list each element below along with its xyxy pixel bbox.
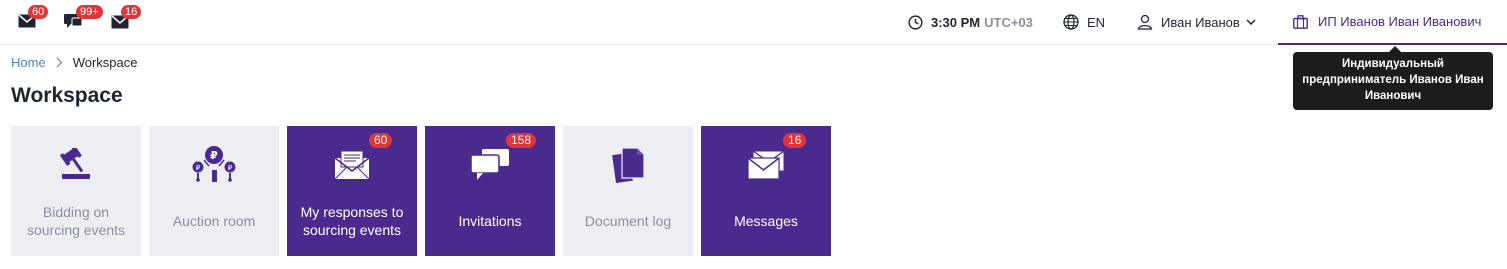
organization-name: ИП Иванов Иван Иванович [1318, 14, 1482, 29]
breadcrumb: Home Workspace [11, 55, 137, 70]
tile-invitations[interactable]: 158 Invitations [425, 126, 555, 256]
globe-icon [1063, 14, 1079, 30]
notification-messages[interactable]: 60 [18, 5, 49, 34]
chevron-right-icon [56, 57, 63, 68]
language-selector[interactable]: EN [1063, 12, 1105, 32]
tile-auction-room[interactable]: ₽ ₽ ₽ Auction room [149, 126, 279, 256]
tile-label: Messages [734, 213, 798, 229]
breadcrumb-current: Workspace [72, 55, 138, 70]
page-title: Workspace [11, 84, 123, 107]
svg-text:₽: ₽ [196, 164, 201, 172]
briefcase-icon [1293, 14, 1308, 29]
clock-icon [908, 14, 923, 30]
envelope-letter-icon [334, 150, 370, 180]
notification-mail[interactable]: 16 [111, 5, 142, 34]
notification-chats[interactable]: 99+ [64, 5, 103, 34]
breadcrumb-home-link[interactable]: Home [11, 55, 46, 70]
tile-my-responses-to-sourcing-events[interactable]: 60 My responses to sourcing events [287, 126, 417, 256]
tile-document-log[interactable]: Document log [563, 126, 693, 256]
tile-label: My responses to sourcing events [300, 204, 404, 238]
tile-label: Invitations [458, 213, 522, 229]
documents-icon [612, 147, 645, 183]
tile-label: Auction room [172, 213, 256, 229]
auction-icon: ₽ ₽ ₽ [192, 146, 236, 182]
notification-badge: 16 [121, 5, 142, 19]
tile-label: Bidding on sourcing events [26, 204, 126, 238]
user-name: Иван Иванов [1161, 14, 1240, 30]
user-icon [1137, 14, 1153, 30]
svg-text:₽: ₽ [210, 149, 218, 162]
tile-bidding-on-sourcing-events[interactable]: Bidding on sourcing events [11, 126, 141, 256]
current-time: 3:30 PM UTC+03 [908, 12, 1033, 32]
envelopes-icon [747, 150, 785, 180]
timezone: UTC+03 [984, 14, 1033, 30]
organization-selector[interactable]: ИП Иванов Иван Иванович [1278, 0, 1507, 45]
tile-messages[interactable]: 16 Messages [701, 126, 831, 256]
organization-tooltip: Индивидуальный предприниматель Иванов Ив… [1293, 46, 1493, 110]
user-menu[interactable]: Иван Иванов [1137, 12, 1256, 32]
chevron-down-icon [1246, 19, 1256, 25]
notification-badge: 60 [28, 5, 49, 19]
language-label: EN [1087, 14, 1106, 30]
time-value: 3:30 PM [931, 14, 981, 30]
svg-text:₽: ₽ [228, 164, 233, 172]
tile-label: Document log [584, 213, 672, 229]
top-bar: 60 99+ 16 3:30 PM UTC+03 EN Иван Иванов … [0, 0, 1507, 45]
chat-bubbles-icon [470, 149, 509, 180]
notification-badge: 99+ [76, 5, 103, 19]
gavel-icon [60, 148, 90, 179]
